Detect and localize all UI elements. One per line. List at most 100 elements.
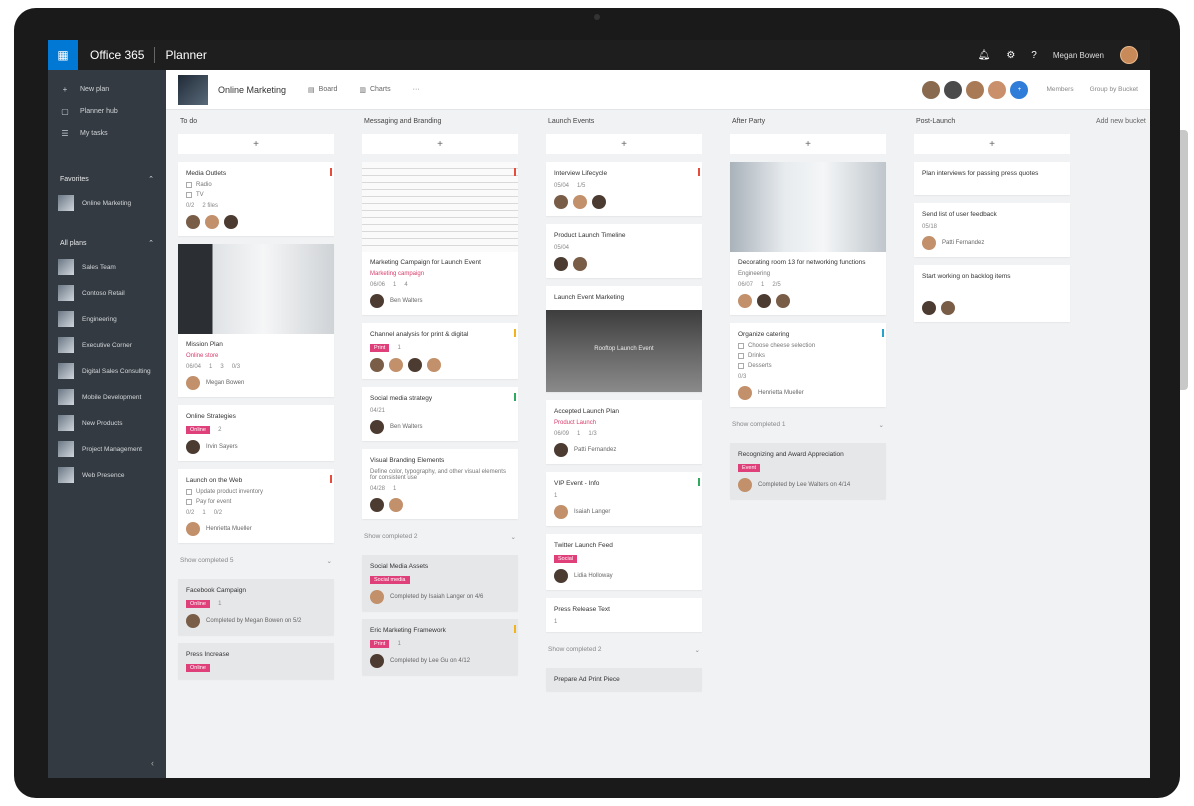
task-card[interactable]: VIP Event - Info 1 Isaiah Langer [546, 472, 702, 526]
nav-item-my-tasks[interactable]: ☰ My tasks [48, 122, 166, 144]
avatar[interactable] [573, 257, 587, 271]
add-task-button[interactable]: + [730, 134, 886, 154]
task-card[interactable]: Launch Event Marketing Rooftop Launch Ev… [546, 286, 702, 392]
checklist-item[interactable]: Update product inventory [186, 489, 326, 495]
favorites-header[interactable]: Favorites ⌃ [48, 168, 166, 190]
task-card[interactable]: Send list of user feedback 05/18 Patti F… [914, 203, 1070, 257]
member-avatar[interactable] [922, 80, 941, 99]
add-task-button[interactable]: + [178, 134, 334, 154]
bucket-title[interactable]: Launch Events [546, 110, 702, 128]
completed-task-card[interactable]: Social Media Assets Social media Complet… [362, 555, 518, 611]
assignee[interactable]: Ben Walters [370, 420, 510, 434]
task-card[interactable]: Channel analysis for print & digital Pri… [362, 323, 518, 379]
plan-item[interactable]: Digital Sales Consulting [48, 358, 166, 384]
plan-item[interactable]: Executive Corner [48, 332, 166, 358]
plan-item[interactable]: Engineering [48, 306, 166, 332]
show-completed-toggle[interactable]: Show completed 5 ⌄ [178, 557, 334, 571]
task-card[interactable]: Online Strategies Online 2 Irvin Sayers [178, 405, 334, 461]
collapse-nav-icon[interactable]: ‹ [151, 758, 154, 768]
task-card[interactable]: Interview Lifecycle 05/04 1/5 [546, 162, 702, 216]
show-completed-toggle[interactable]: Show completed 2 ⌄ [362, 533, 518, 547]
completed-task-card[interactable]: Facebook Campaign Online 1 Completed by … [178, 579, 334, 635]
bucket-title[interactable]: Post-Launch [914, 110, 1070, 128]
plan-title[interactable]: Online Marketing [218, 85, 286, 95]
task-card[interactable]: Marketing Campaign for Launch Event Mark… [362, 162, 518, 315]
bucket-title[interactable]: To do [178, 110, 334, 128]
assignee[interactable]: Completed by Isaiah Langer on 4/6 [370, 590, 510, 604]
avatar[interactable] [224, 215, 238, 229]
favorite-plan-item[interactable]: Online Marketing [48, 190, 166, 216]
add-task-button[interactable]: + [362, 134, 518, 154]
help-icon[interactable]: ? [1031, 50, 1037, 61]
task-card[interactable]: Social media strategy 04/21 Ben Walters [362, 387, 518, 441]
avatar[interactable] [370, 358, 384, 372]
plan-item[interactable]: New Products [48, 410, 166, 436]
assignee[interactable]: Megan Bowen [186, 376, 326, 390]
task-card[interactable]: Accepted Launch Plan Product Launch 06/0… [546, 400, 702, 464]
avatar[interactable] [922, 301, 936, 315]
task-card[interactable]: Start working on backlog items [914, 265, 1070, 322]
add-new-bucket-link[interactable]: Add new bucket [1096, 110, 1146, 134]
nav-item-new-plan[interactable]: + New plan [48, 78, 166, 100]
avatar[interactable] [941, 301, 955, 315]
task-card[interactable]: Organize catering Choose cheese selectio… [730, 323, 886, 407]
more-members-icon[interactable]: + [1010, 80, 1029, 99]
group-by-dropdown[interactable]: Group by Bucket [1090, 86, 1138, 93]
assignee[interactable]: Completed by Lee Gu on 4/12 [370, 654, 510, 668]
more-options-button[interactable]: ··· [413, 86, 420, 93]
checklist-item[interactable]: Pay for event [186, 499, 326, 505]
avatar[interactable] [427, 358, 441, 372]
task-card[interactable]: Visual Branding Elements Define color, t… [362, 449, 518, 519]
assignee[interactable]: Lidia Holloway [554, 569, 694, 583]
task-card[interactable]: Mission Plan Online store 06/04 1 3 0/3 Meg… [178, 244, 334, 397]
assignee[interactable]: Completed by Lee Walters on 4/14 [738, 478, 878, 492]
user-name[interactable]: Megan Bowen [1053, 51, 1104, 60]
members-filter[interactable]: Members [1046, 86, 1073, 93]
checklist-item[interactable]: Drinks [738, 353, 878, 359]
task-card[interactable]: Twitter Launch Feed Social Lidia Hollowa… [546, 534, 702, 590]
plan-item[interactable]: Web Presence [48, 462, 166, 488]
tab-charts[interactable]: ▥ Charts [359, 86, 390, 94]
all-plans-header[interactable]: All plans ⌃ [48, 232, 166, 254]
task-card[interactable]: Plan interviews for passing press quotes [914, 162, 1070, 195]
avatar[interactable] [370, 498, 384, 512]
completed-task-card[interactable]: Recognizing and Award Appreciation Event… [730, 443, 886, 499]
member-avatar[interactable] [944, 80, 963, 99]
completed-task-card[interactable]: Eric Marketing Framework Print 1 Complet… [362, 619, 518, 675]
task-card[interactable]: Product Launch Timeline 05/04 [546, 224, 702, 278]
add-task-button[interactable]: + [546, 134, 702, 154]
task-card[interactable]: Press Release Text 1 [546, 598, 702, 632]
bell-icon[interactable]: 🔔︎ [978, 50, 991, 61]
avatar[interactable] [757, 294, 771, 308]
assignee[interactable]: Ben Walters [370, 294, 510, 308]
add-task-button[interactable]: + [914, 134, 1070, 154]
task-card[interactable]: Launch on the Web Update product invento… [178, 469, 334, 543]
nav-item-planner-hub[interactable]: ▢ Planner hub [48, 100, 166, 122]
completed-task-card[interactable]: Press Increase Online [178, 643, 334, 679]
brand-label[interactable]: Office 365 [78, 48, 154, 62]
assignee[interactable]: Irvin Sayers [186, 440, 326, 454]
plan-item[interactable]: Sales Team [48, 254, 166, 280]
plan-item[interactable]: Project Management [48, 436, 166, 462]
avatar[interactable] [738, 294, 752, 308]
member-avatar[interactable] [988, 80, 1007, 99]
completed-task-card[interactable]: Prepare Ad Print Piece [546, 668, 702, 691]
user-avatar[interactable] [1120, 46, 1138, 64]
checklist-item[interactable]: TV [186, 192, 326, 198]
avatar[interactable] [205, 215, 219, 229]
assignee[interactable]: Patti Fernandez [554, 443, 694, 457]
tab-board[interactable]: ▤ Board [308, 86, 337, 94]
gear-icon[interactable]: ⚙ [1006, 50, 1015, 61]
plan-item[interactable]: Mobile Development [48, 384, 166, 410]
bucket-title[interactable]: After Party [730, 110, 886, 128]
checklist-item[interactable]: Desserts [738, 363, 878, 369]
plan-item[interactable]: Contoso Retail [48, 280, 166, 306]
assignee[interactable]: Henrietta Mueller [738, 386, 878, 400]
task-card[interactable]: Decorating room 13 for networking functi… [730, 162, 886, 315]
bucket-title[interactable]: Messaging and Branding [362, 110, 518, 128]
show-completed-toggle[interactable]: Show completed 1 ⌄ [730, 421, 886, 435]
app-launcher-icon[interactable]: ▦ [48, 40, 78, 70]
avatar[interactable] [776, 294, 790, 308]
assignee[interactable]: Isaiah Langer [554, 505, 694, 519]
checklist-item[interactable]: Choose cheese selection [738, 343, 878, 349]
